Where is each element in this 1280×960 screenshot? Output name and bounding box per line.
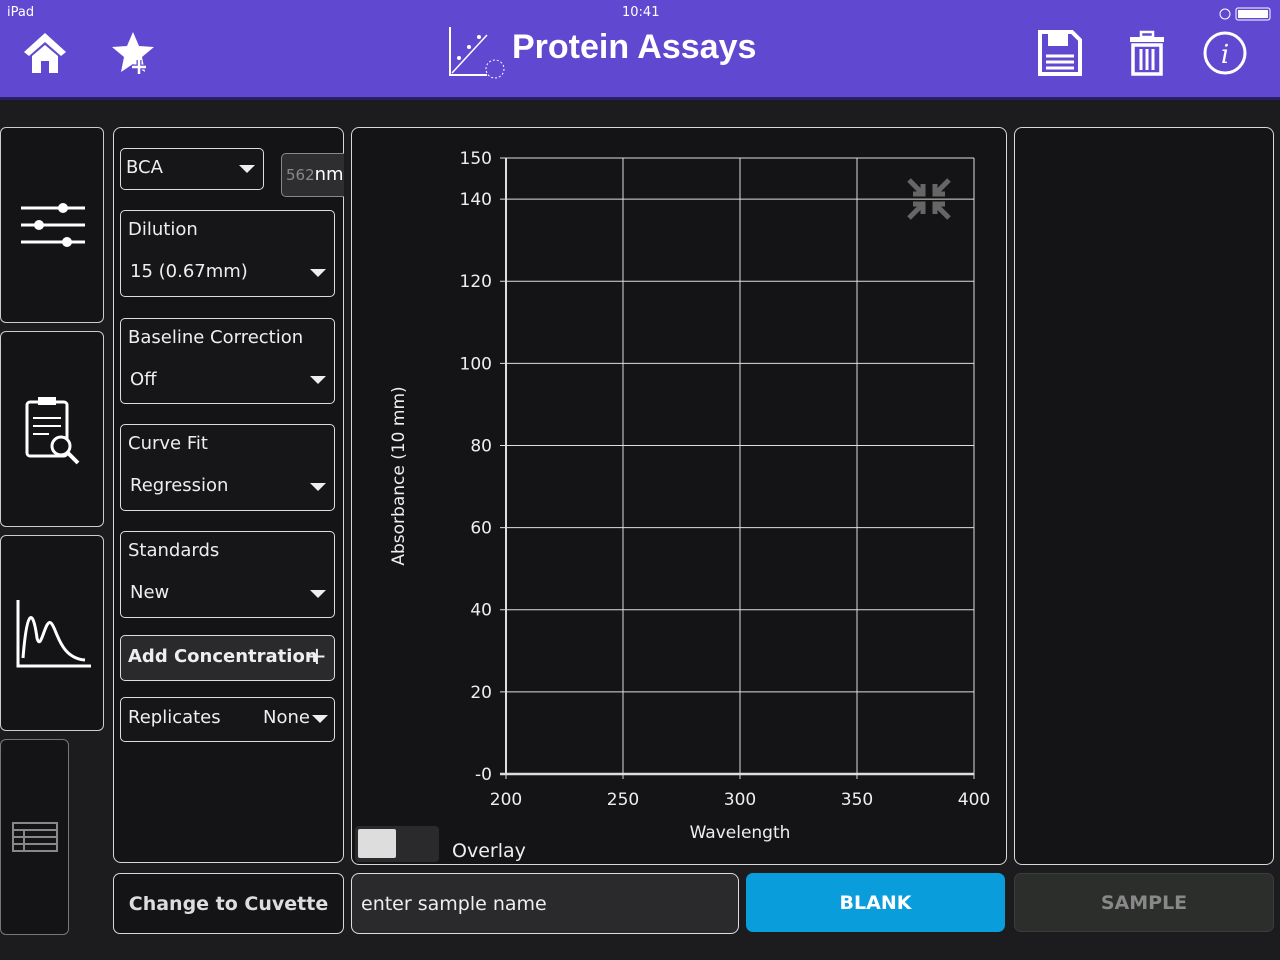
y-tick-label: 80 <box>470 436 492 456</box>
info-icon[interactable]: i <box>1200 28 1250 78</box>
plus-icon: + <box>306 642 327 670</box>
standards-dropdown[interactable]: Standards New <box>120 531 335 618</box>
svg-text:i: i <box>1221 40 1229 70</box>
wavelength-unit: nm <box>314 164 344 185</box>
overlay-label: Overlay <box>452 840 526 862</box>
assay-logo-icon <box>449 27 505 79</box>
dilution-dropdown[interactable]: Dilution 15 (0.67mm) <box>120 210 335 297</box>
assay-value: BCA <box>126 157 163 178</box>
wavelength-input[interactable]: 562nm <box>281 153 344 197</box>
replicates-dropdown[interactable]: Replicates None <box>120 697 335 742</box>
overlay-toggle[interactable] <box>355 826 439 862</box>
chevron-down-icon <box>310 376 326 384</box>
blank-button[interactable]: BLANK <box>746 873 1005 932</box>
chevron-down-icon <box>310 590 326 598</box>
star-add-icon[interactable] <box>108 28 158 78</box>
x-tick-label: 300 <box>724 790 756 810</box>
battery-icon <box>1219 7 1271 21</box>
sliders-icon <box>21 203 85 247</box>
change-to-cuvette-label: Change to Cuvette <box>128 892 329 915</box>
table-icon <box>12 822 58 852</box>
change-to-cuvette-button[interactable]: Change to Cuvette <box>113 873 344 934</box>
status-time: 10:41 <box>622 5 660 20</box>
add-concentration-label: Add Concentration <box>128 646 318 667</box>
clipboard-search-icon <box>25 397 80 465</box>
baseline-label: Baseline Correction <box>128 327 304 348</box>
blank-label: BLANK <box>839 891 912 914</box>
replicates-label: Replicates <box>128 707 221 728</box>
x-tick-label: 250 <box>607 790 639 810</box>
y-tick-label: 100 <box>460 354 492 374</box>
save-icon[interactable] <box>1034 28 1084 78</box>
y-tick-label: 40 <box>470 601 492 621</box>
results-panel <box>1014 127 1274 865</box>
y-tick-label: 60 <box>470 519 492 539</box>
y-tick-label: 140 <box>460 190 492 210</box>
standards-label: Standards <box>128 540 220 561</box>
chevron-down-icon <box>310 269 326 277</box>
curve-fit-label: Curve Fit <box>128 433 208 454</box>
dilution-label: Dilution <box>128 219 198 240</box>
wavelength-value: 562 <box>286 166 315 184</box>
y-tick-label: 150 <box>460 149 492 169</box>
x-tick-label: 400 <box>958 790 990 810</box>
tab-table[interactable] <box>0 739 69 935</box>
standards-value: New <box>130 582 170 603</box>
assay-dropdown[interactable]: BCA <box>120 148 264 190</box>
dilution-value: 15 (0.67mm) <box>130 261 248 282</box>
y-tick-label: -0 <box>475 765 492 785</box>
tab-settings[interactable] <box>0 127 104 323</box>
tab-graph[interactable] <box>0 535 104 731</box>
y-tick-label: 20 <box>470 683 492 703</box>
baseline-value: Off <box>130 369 157 390</box>
baseline-dropdown[interactable]: Baseline Correction Off <box>120 318 335 404</box>
x-tick-label: 350 <box>841 790 873 810</box>
sample-label: SAMPLE <box>1100 891 1188 914</box>
chevron-down-icon <box>239 165 255 173</box>
app-header: iPad 10:41 Protein Assays i <box>0 0 1280 100</box>
sample-button[interactable]: SAMPLE <box>1014 873 1274 932</box>
home-icon[interactable] <box>20 28 70 78</box>
y-tick-label: 120 <box>460 272 492 292</box>
curve-fit-dropdown[interactable]: Curve Fit Regression <box>120 424 335 511</box>
trash-icon[interactable] <box>1122 28 1172 78</box>
tab-report[interactable] <box>0 331 104 527</box>
x-axis-label: Wavelength <box>690 823 791 843</box>
page-title: Protein Assays <box>512 28 757 66</box>
replicates-value: None <box>263 707 310 728</box>
y-axis-label: Absorbance (10 mm) <box>389 386 409 565</box>
add-concentration-button[interactable]: Add Concentration + <box>120 635 335 681</box>
chevron-down-icon <box>312 715 328 723</box>
device-label: iPad <box>7 5 35 20</box>
graph-icon <box>16 600 91 668</box>
chevron-down-icon <box>310 483 326 491</box>
collapse-icon[interactable] <box>905 176 953 222</box>
absorbance-chart[interactable]: -0 20 40 60 80 100 120 140 150 200 250 300 350 400 Wav… <box>351 127 1007 865</box>
x-tick-label: 200 <box>490 790 522 810</box>
sample-name-input[interactable] <box>351 873 739 934</box>
curve-fit-value: Regression <box>130 475 229 496</box>
